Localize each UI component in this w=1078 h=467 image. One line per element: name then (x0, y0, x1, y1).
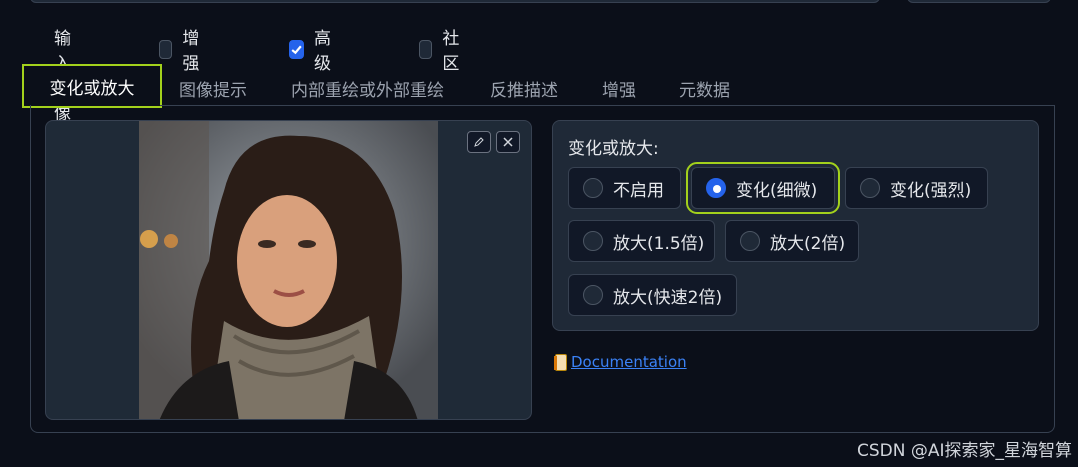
documentation-link-row: Documentation (554, 353, 687, 371)
radio-dot (583, 231, 603, 251)
radio-dot (860, 178, 880, 198)
checkbox-box (159, 39, 173, 59)
tab-metadata[interactable]: 元数据 (679, 76, 730, 101)
radio-label: 放大(快速2倍) (613, 287, 723, 308)
generate-button-partial[interactable] (907, 0, 1051, 3)
radio-group-title: 变化或放大: (568, 139, 659, 159)
tab-bar: 变化或放大 图像提示 内部重绘或外部重绘 反推描述 增强 元数据 (22, 64, 1078, 108)
radio-dot (583, 178, 603, 198)
image-tools (467, 131, 520, 153)
tab-vary-upscale[interactable]: 变化或放大 (22, 64, 162, 108)
radio-option-upscale-1-5x[interactable]: 放大(1.5倍) (568, 220, 715, 262)
radio-option-vary-strong[interactable]: 变化(强烈) (845, 167, 988, 209)
pencil-icon[interactable] (467, 131, 491, 153)
tab-enhance[interactable]: 增强 (602, 76, 636, 101)
prompt-field-partial[interactable] (30, 0, 880, 3)
checkbox-box (419, 39, 433, 59)
documentation-link[interactable]: Documentation (571, 353, 687, 371)
input-image-box[interactable] (45, 120, 532, 420)
radio-label: 放大(1.5倍) (613, 233, 705, 254)
watermark: CSDN @AI探索家_星海智算 (856, 441, 1072, 461)
radio-option-disabled[interactable]: 不启用 (568, 167, 681, 209)
checkmark-icon (289, 39, 304, 59)
radio-label: 变化(强烈) (890, 180, 972, 201)
tab-inpaint-outpaint[interactable]: 内部重绘或外部重绘 (291, 76, 444, 101)
tab-describe[interactable]: 反推描述 (490, 76, 558, 101)
radio-dot (740, 231, 760, 251)
book-icon (554, 353, 567, 371)
radio-dot (583, 285, 603, 305)
close-icon[interactable] (496, 131, 520, 153)
radio-option-vary-subtle[interactable]: 变化(细微) (686, 162, 840, 214)
radio-label: 放大(2倍) (770, 233, 846, 254)
tab-image-prompt[interactable]: 图像提示 (179, 76, 247, 101)
radio-label: 不启用 (613, 180, 664, 201)
radio-option-upscale-2x[interactable]: 放大(2倍) (725, 220, 859, 262)
uploaded-portrait-image (139, 121, 438, 419)
radio-option-upscale-fast-2x[interactable]: 放大(快速2倍) (568, 274, 737, 316)
radio-label: 变化(细微) (736, 180, 818, 201)
radio-dot-selected (706, 178, 726, 198)
